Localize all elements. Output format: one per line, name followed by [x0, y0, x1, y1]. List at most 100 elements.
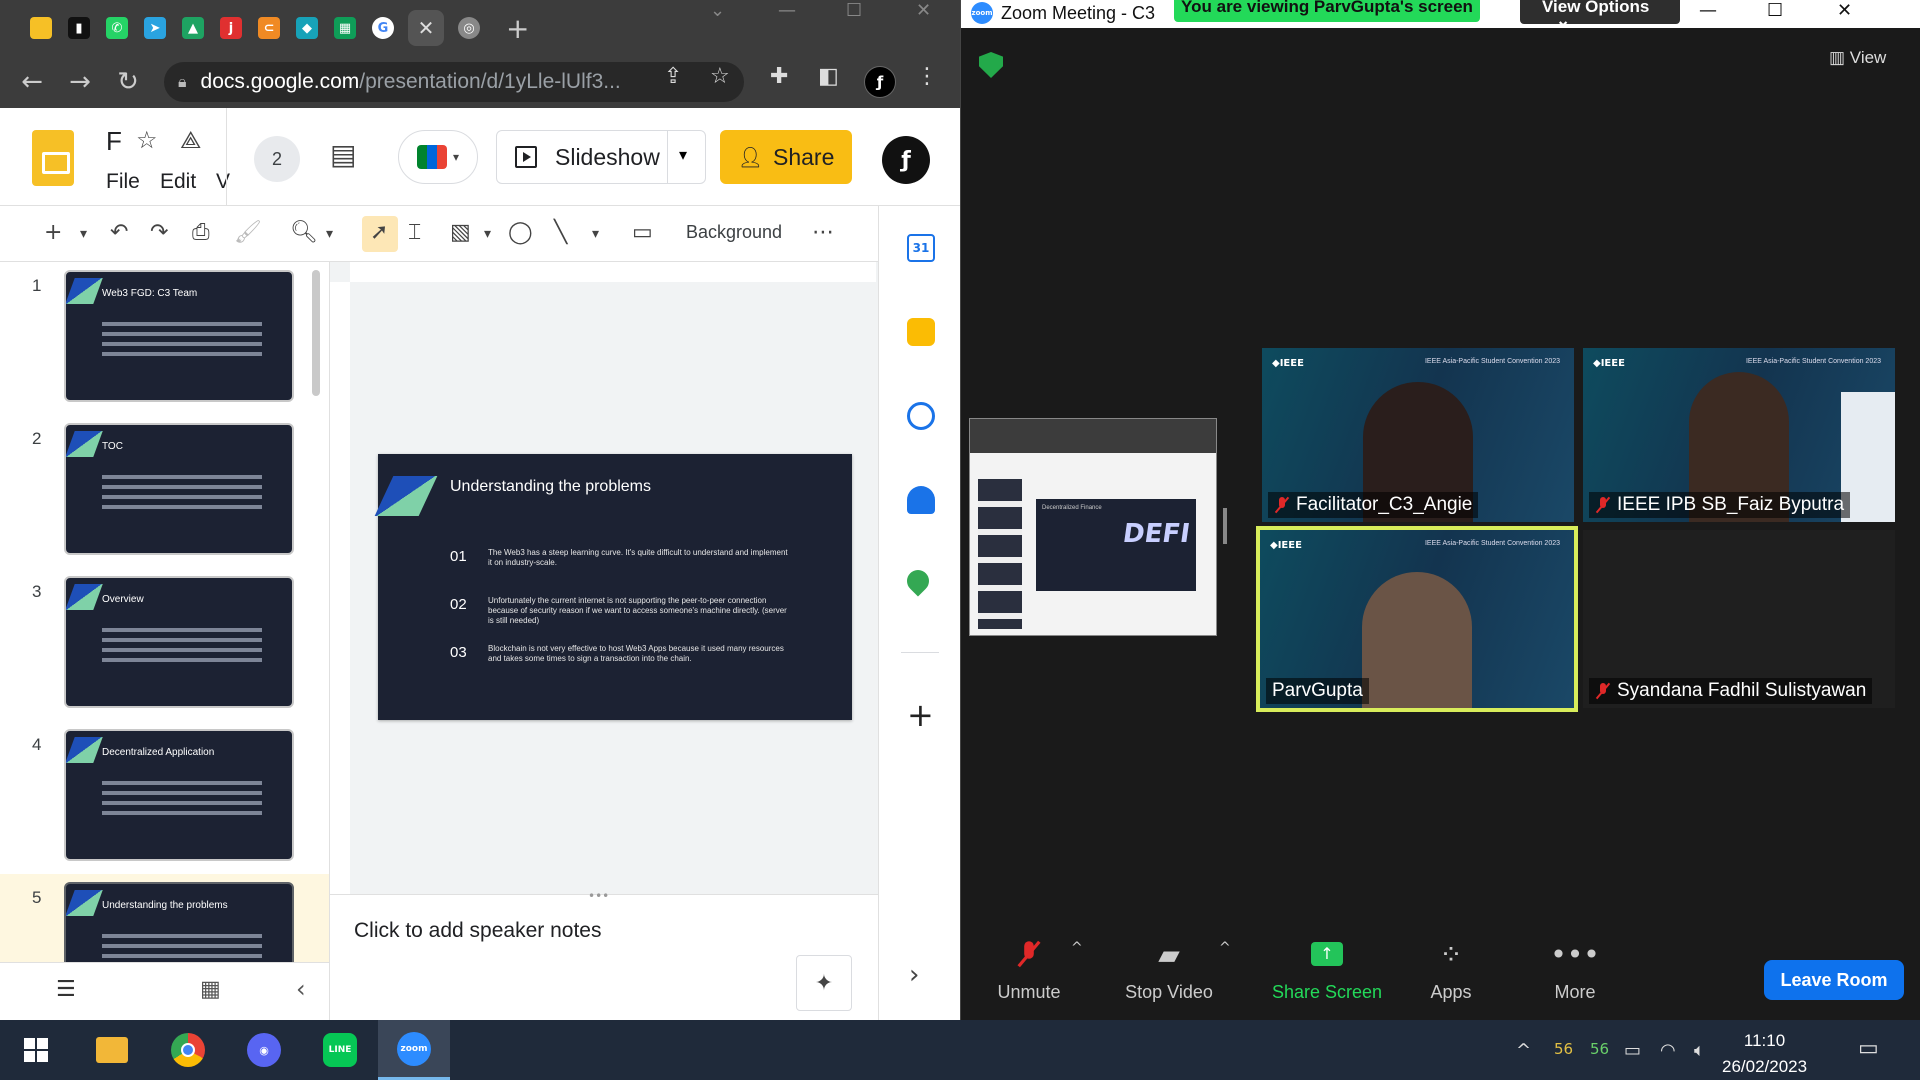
stop-video-button[interactable]: ▰ Stop Video — [1109, 932, 1229, 1003]
browser-tab[interactable]: G — [364, 9, 402, 47]
chevron-down-icon[interactable]: ▾ — [484, 226, 491, 242]
view-options-button[interactable]: View Options ⌄ — [1520, 0, 1680, 29]
grid-view-icon[interactable]: ▦ — [200, 977, 221, 1002]
redo-icon[interactable]: ↷ — [150, 220, 168, 245]
side-panel-icon[interactable]: ◧ — [818, 64, 839, 89]
explore-sparkle-icon[interactable]: ✦ — [796, 955, 852, 1011]
star-icon[interactable]: ☆ — [136, 126, 158, 154]
add-comment-icon[interactable]: ▭ — [632, 220, 653, 245]
taskbar-file-explorer[interactable] — [76, 1020, 148, 1080]
tab-search-icon[interactable]: ⌄ — [710, 0, 725, 28]
leave-room-button[interactable]: Leave Room — [1764, 960, 1904, 1000]
tasks-icon[interactable] — [907, 402, 935, 430]
taskbar-line[interactable]: LINE — [304, 1020, 376, 1080]
contacts-icon[interactable] — [907, 486, 935, 514]
slide-thumbnail[interactable]: Web3 FGD: C3 Team — [64, 270, 294, 402]
chrome-menu-icon[interactable]: ⋮ — [916, 64, 938, 89]
filmstrip-view-icon[interactable]: ☰ — [56, 977, 76, 1002]
system-clock[interactable]: 11:10 26/02/2023 — [1722, 1028, 1807, 1080]
start-button[interactable] — [0, 1020, 72, 1080]
slide-thumbnail[interactable]: TOC — [64, 423, 294, 555]
slide-thumbnail-row[interactable]: 1 Web3 FGD: C3 Team — [0, 262, 329, 412]
browser-tab[interactable]: ▦ — [326, 9, 364, 47]
account-avatar[interactable]: ƒ — [882, 136, 930, 184]
slide-thumbnail[interactable]: Understanding the problems — [64, 882, 294, 962]
browser-tab[interactable]: ◆ — [288, 9, 326, 47]
encryption-shield-icon[interactable] — [979, 52, 1003, 78]
apps-button[interactable]: ⁘ Apps — [1391, 932, 1511, 1003]
slide-thumbnail-row[interactable]: 4 Decentralized Application — [0, 721, 329, 871]
shape-icon[interactable]: ◯ — [508, 220, 533, 245]
browser-tab[interactable]: ▲ — [174, 9, 212, 47]
minimize-icon[interactable]: — — [1699, 0, 1717, 21]
menu-file[interactable]: File — [106, 170, 140, 194]
new-tab-button[interactable]: + — [506, 12, 529, 45]
move-to-drive-icon[interactable]: ⟁ — [180, 126, 201, 154]
show-hidden-icons[interactable]: ^ — [1516, 1040, 1531, 1061]
menu-edit[interactable]: Edit — [160, 170, 196, 194]
browser-tab[interactable]: ✆ — [98, 9, 136, 47]
line-icon[interactable]: ╲ — [554, 220, 567, 245]
extensions-icon[interactable]: ✚ — [770, 64, 788, 89]
more-options-icon[interactable]: ⋯ — [812, 220, 834, 245]
keep-icon[interactable] — [907, 318, 935, 346]
print-icon[interactable]: ⎙ — [192, 220, 210, 245]
video-options-icon[interactable]: ^ — [1219, 940, 1231, 956]
wifi-icon[interactable]: ◠ — [1660, 1040, 1676, 1061]
close-window-icon[interactable]: ✕ — [1837, 0, 1852, 21]
tray-value-2[interactable]: 56 — [1590, 1040, 1609, 1058]
filmstrip-scrollbar[interactable] — [312, 270, 320, 396]
chevron-down-icon[interactable]: ▾ — [326, 226, 333, 242]
bookmark-star-icon[interactable]: ☆ — [710, 64, 730, 89]
undo-icon[interactable]: ↶ — [110, 220, 128, 245]
taskbar-discord[interactable]: ◉ — [228, 1020, 300, 1080]
participant-tile-active-speaker[interactable]: ◆IEEE IEEE Asia-Pacific Student Conventi… — [1256, 526, 1578, 712]
browser-tab[interactable]: ➤ — [136, 9, 174, 47]
document-title[interactable]: F — [106, 126, 122, 157]
tab-chrome[interactable]: ◎ — [450, 9, 488, 47]
participant-tile[interactable]: Syandana Fadhil Sulistyawan — [1583, 530, 1895, 708]
slides-logo-icon[interactable] — [32, 130, 74, 186]
maximize-icon[interactable]: ☐ — [846, 0, 862, 28]
speaker-notes-placeholder[interactable]: Click to add speaker notes — [354, 919, 601, 943]
expand-panel-icon[interactable]: › — [909, 960, 919, 990]
browser-tab[interactable]: ⊂ — [250, 9, 288, 47]
menu-view[interactable]: V — [216, 170, 230, 194]
collapse-panel-icon[interactable]: ‹ — [296, 975, 306, 1003]
tray-value-1[interactable]: 56 — [1554, 1040, 1573, 1058]
participant-tile[interactable]: ◆IEEE IEEE Asia-Pacific Student Conventi… — [1262, 348, 1574, 522]
browser-tab[interactable]: j — [212, 9, 250, 47]
maximize-icon[interactable]: ☐ — [1767, 0, 1783, 21]
meet-button[interactable]: ▾ — [398, 130, 478, 184]
collaborator-count-badge[interactable]: 2 — [254, 136, 300, 182]
browser-tab[interactable]: ▮ — [60, 9, 98, 47]
select-cursor-icon[interactable]: ➚ — [370, 220, 388, 245]
minimize-icon[interactable]: — — [778, 0, 796, 28]
paint-format-icon[interactable]: 🖌︎ — [234, 220, 262, 245]
shared-screen-thumbnail[interactable]: Decentralized Finance DEFI — [969, 418, 1217, 636]
new-slide-icon[interactable]: + — [44, 220, 62, 245]
notifications-icon[interactable]: ▭ — [1858, 1036, 1879, 1061]
slideshow-dropdown-icon[interactable]: ▾ — [679, 145, 687, 164]
slide-thumbnail-row[interactable]: 2 TOC — [0, 415, 329, 565]
current-slide[interactable]: Understanding the problems 01 The Web3 h… — [374, 454, 852, 720]
slide-thumbnail-row[interactable]: 5 Understanding the problems — [0, 874, 329, 962]
slide-thumbnail[interactable]: Overview — [64, 576, 294, 708]
slide-thumbnail[interactable]: Decentralized Application — [64, 729, 294, 861]
share-page-icon[interactable]: ⇪ — [664, 64, 682, 89]
speaker-notes[interactable]: ••• Click to add speaker notes ✦ — [330, 889, 878, 1020]
battery-icon[interactable]: ▭ — [1624, 1040, 1641, 1061]
calendar-icon[interactable]: 31 — [907, 234, 935, 262]
share-button[interactable]: 👤︎ Share — [720, 130, 852, 184]
back-icon[interactable]: ← — [8, 67, 56, 97]
taskbar-zoom[interactable]: zoom — [378, 1020, 450, 1080]
slide-thumbnail-row[interactable]: 3 Overview — [0, 568, 329, 718]
url-field[interactable]: 🔒︎ docs.google.com /presentation/d/1yLle… — [164, 62, 744, 102]
reload-icon[interactable]: ↻ — [104, 67, 152, 97]
image-icon[interactable]: ▧ — [450, 220, 471, 245]
share-screen-button[interactable]: ↑ Share Screen — [1257, 932, 1397, 1003]
slideshow-button[interactable]: Slideshow ▾ — [496, 130, 706, 184]
resize-handle-icon[interactable]: ••• — [588, 889, 609, 903]
thumbnail-resize-handle[interactable] — [1223, 508, 1227, 544]
maps-icon[interactable] — [902, 565, 934, 597]
